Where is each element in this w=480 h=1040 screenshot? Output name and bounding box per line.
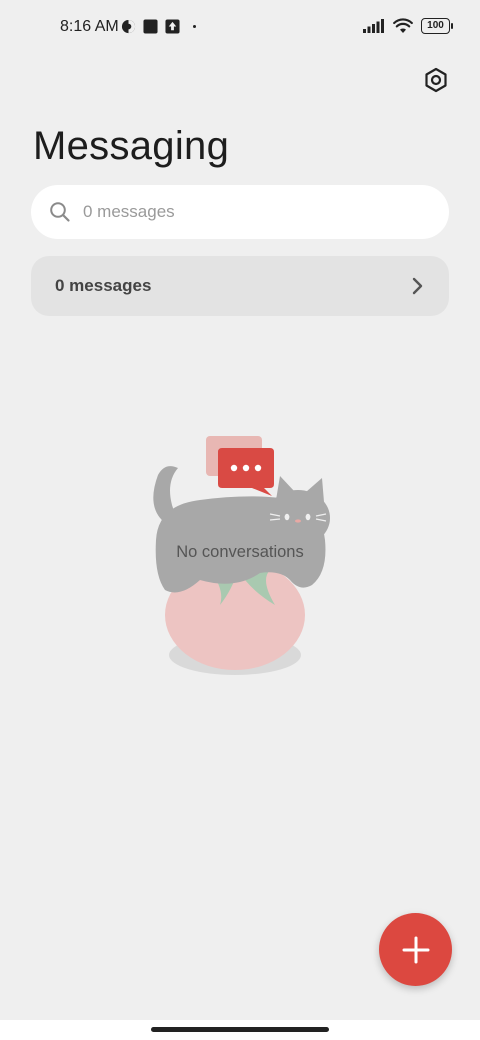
notification-icons (121, 19, 202, 34)
chevron-right-icon (412, 277, 423, 295)
new-conversation-button[interactable] (379, 913, 452, 986)
settings-button[interactable] (422, 66, 450, 94)
search-input[interactable] (83, 202, 383, 222)
search-bar[interactable] (31, 185, 449, 239)
page-title: Messaging (33, 124, 230, 168)
square-icon (143, 19, 158, 34)
vpn-icon (121, 19, 136, 34)
signal-icon (363, 19, 384, 33)
upload-icon (165, 19, 180, 34)
messages-summary-label: 0 messages (55, 276, 152, 295)
empty-state-text: No conversations (176, 543, 304, 561)
system-icons: 100 (363, 18, 453, 34)
status-bar: 8:16 AM 100 (0, 0, 480, 56)
dot-icon (193, 25, 196, 28)
settings-icon (425, 67, 447, 93)
home-indicator[interactable] (151, 1027, 329, 1032)
messages-summary-row[interactable]: 0 messages (31, 256, 449, 316)
plus-icon (402, 936, 429, 963)
wifi-icon (393, 18, 413, 33)
battery-icon: 100 (421, 18, 453, 34)
search-icon (49, 201, 71, 223)
status-time: 8:16 AM (60, 18, 119, 35)
